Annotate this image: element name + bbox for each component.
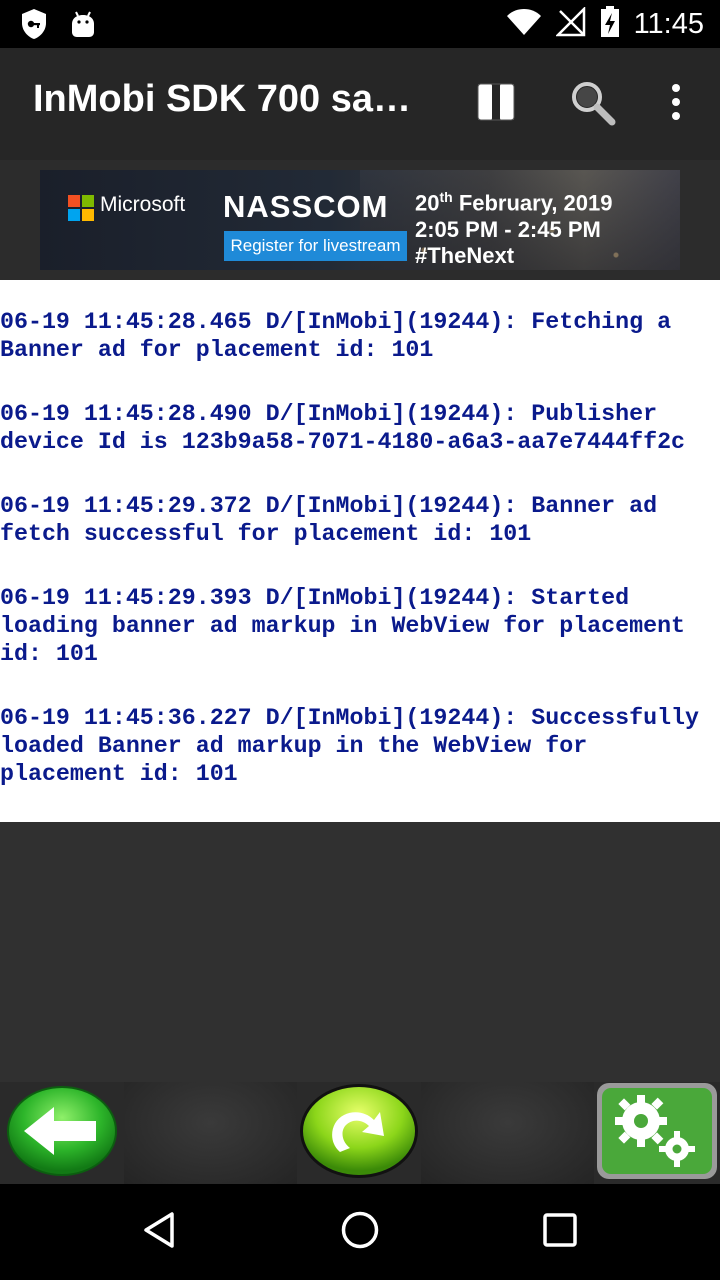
android-debug-icon (70, 10, 96, 42)
log-entry: 06-19 11:45:28.465 D/[InMobi](19244): Fe… (0, 309, 672, 363)
log-entry: 06-19 11:45:36.227 D/[InMobi](19244): Su… (0, 705, 700, 787)
nav-recents-button[interactable] (536, 1208, 584, 1256)
recents-square-icon (540, 1210, 580, 1254)
page-title: InMobi SDK 700 sa… (33, 78, 411, 120)
overflow-menu-icon (670, 84, 682, 124)
pause-button[interactable] (466, 74, 526, 134)
microsoft-logo-icon (68, 195, 94, 221)
system-nav-bar (0, 1184, 720, 1280)
bottom-action-bar (0, 1082, 720, 1184)
event-date-suffix: th (439, 189, 453, 205)
event-hashtag: #TheNext (415, 243, 515, 268)
status-time: 11:45 (633, 7, 704, 40)
back-arrow-icon (6, 1085, 118, 1181)
nasscom-label: NASSCOM (223, 189, 389, 224)
settings-gears-icon (595, 1081, 719, 1185)
banner-ad-container: Microsoft NASSCOM Register for livestrea… (0, 160, 720, 280)
vpn-key-shield-icon (20, 8, 48, 44)
refresh-icon (298, 1082, 420, 1184)
microsoft-label: Microsoft (100, 193, 186, 216)
home-circle-icon (340, 1210, 380, 1254)
overflow-menu-button[interactable] (646, 74, 706, 134)
event-date: 20th February, 2019 (415, 189, 613, 216)
search-icon (568, 78, 616, 130)
event-time: 2:05 PM - 2:45 PM (415, 217, 601, 242)
pause-icon (476, 82, 516, 126)
register-livestream-button[interactable]: Register for livestream (224, 231, 407, 261)
banner-ad[interactable]: Microsoft NASSCOM Register for livestrea… (40, 170, 680, 270)
no-signal-icon (554, 5, 586, 41)
nav-home-button[interactable] (336, 1208, 384, 1256)
action-bar-spacer (124, 1082, 297, 1184)
log-entry: 06-19 11:45:28.490 D/[InMobi](19244): Pu… (0, 401, 686, 455)
refresh-button[interactable] (297, 1082, 421, 1184)
status-bar: 11:45 (0, 0, 720, 48)
action-bar-spacer (421, 1082, 594, 1184)
search-button[interactable] (562, 74, 622, 134)
event-date-rest: February, 2019 (452, 190, 613, 216)
log-view[interactable]: 06-19 11:45:28.465 D/[InMobi](19244): Fe… (0, 280, 720, 822)
back-button[interactable] (0, 1082, 124, 1184)
wifi-icon (506, 8, 542, 40)
app-toolbar: InMobi SDK 700 sa… (0, 48, 720, 160)
nav-back-button[interactable] (136, 1208, 184, 1256)
event-date-day: 20 (415, 190, 440, 216)
settings-button[interactable] (594, 1082, 720, 1184)
log-entry: 06-19 11:45:29.393 D/[InMobi](19244): St… (0, 585, 686, 667)
back-triangle-icon (140, 1210, 180, 1254)
battery-charging-icon (600, 6, 620, 42)
log-entry: 06-19 11:45:29.372 D/[InMobi](19244): Ba… (0, 493, 658, 547)
